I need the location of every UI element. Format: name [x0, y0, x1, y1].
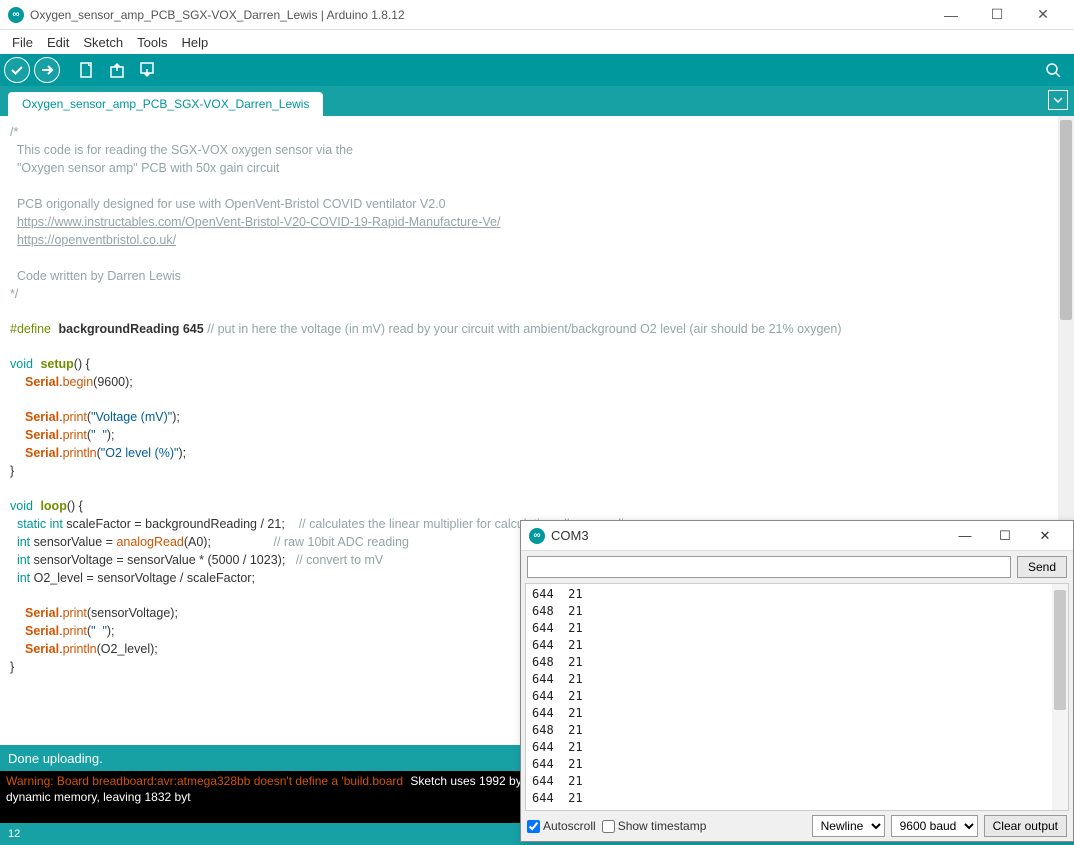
line-number: 12 — [8, 828, 20, 840]
verify-button[interactable] — [4, 57, 30, 83]
arduino-logo-icon: ∞ — [529, 528, 545, 544]
serial-maximize-button[interactable]: ☐ — [985, 522, 1025, 550]
open-button[interactable] — [104, 57, 130, 83]
line-ending-select[interactable]: Newline — [812, 815, 885, 837]
serial-send-button[interactable]: Send — [1017, 556, 1067, 578]
arduino-logo-icon: ∞ — [8, 7, 24, 23]
new-button[interactable] — [74, 57, 100, 83]
minimize-button[interactable]: — — [928, 0, 974, 30]
timestamp-checkbox[interactable]: Show timestamp — [602, 819, 707, 833]
autoscroll-checkbox[interactable]: Autoscroll — [527, 819, 596, 833]
serial-input-row: Send — [521, 551, 1073, 583]
maximize-button[interactable]: ☐ — [974, 0, 1020, 30]
serial-output-text: 644 21 648 21 644 21 644 21 648 21 644 2… — [526, 584, 1052, 810]
close-button[interactable]: ✕ — [1020, 0, 1066, 30]
console-warning: Warning: Board breadboard:avr:atmega328b… — [6, 774, 403, 788]
clear-output-button[interactable]: Clear output — [984, 815, 1067, 837]
tab-menu-button[interactable] — [1048, 90, 1068, 110]
upload-button[interactable] — [34, 57, 60, 83]
menu-tools[interactable]: Tools — [131, 33, 173, 52]
tab-bar: Oxygen_sensor_amp_PCB_SGX-VOX_Darren_Lew… — [0, 86, 1074, 116]
baud-select[interactable]: 9600 baud — [891, 815, 978, 837]
menu-help[interactable]: Help — [175, 33, 214, 52]
serial-scrollbar[interactable] — [1052, 584, 1068, 810]
menu-sketch[interactable]: Sketch — [77, 33, 129, 52]
save-button[interactable] — [134, 57, 160, 83]
toolbar — [0, 54, 1074, 86]
title-bar: ∞ Oxygen_sensor_amp_PCB_SGX-VOX_Darren_L… — [0, 0, 1074, 30]
timestamp-input[interactable] — [602, 820, 615, 833]
menu-edit[interactable]: Edit — [41, 33, 75, 52]
menu-bar: File Edit Sketch Tools Help — [0, 30, 1074, 54]
status-text: Done uploading. — [8, 751, 103, 766]
window-title: Oxygen_sensor_amp_PCB_SGX-VOX_Darren_Lew… — [30, 8, 928, 22]
serial-monitor-button[interactable] — [1040, 57, 1066, 83]
autoscroll-input[interactable] — [527, 820, 540, 833]
serial-input[interactable] — [527, 556, 1011, 578]
serial-monitor-window: ∞ COM3 — ☐ ✕ Send 644 21 648 21 644 21 6… — [520, 520, 1074, 842]
serial-title: COM3 — [551, 528, 945, 543]
serial-minimize-button[interactable]: — — [945, 522, 985, 550]
serial-output: 644 21 648 21 644 21 644 21 648 21 644 2… — [525, 583, 1069, 811]
serial-bottom-bar: Autoscroll Show timestamp Newline 9600 b… — [521, 811, 1073, 841]
serial-close-button[interactable]: ✕ — [1025, 522, 1065, 550]
serial-title-bar: ∞ COM3 — ☐ ✕ — [521, 521, 1073, 551]
sketch-tab[interactable]: Oxygen_sensor_amp_PCB_SGX-VOX_Darren_Lew… — [8, 92, 323, 116]
menu-file[interactable]: File — [6, 33, 39, 52]
